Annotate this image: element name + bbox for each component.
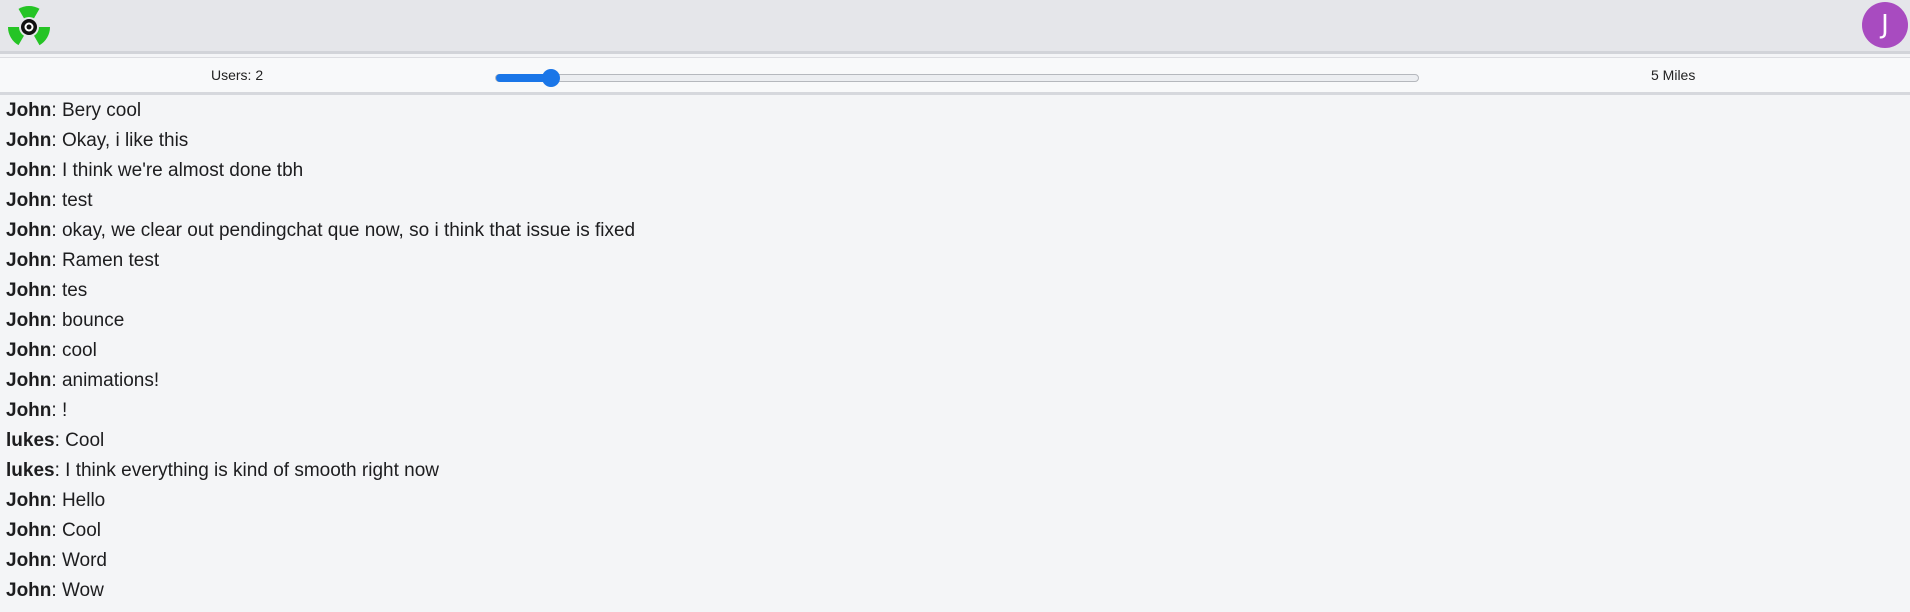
message-text: : okay, we clear out pendingchat que now… bbox=[51, 220, 636, 241]
message-author: John bbox=[6, 220, 52, 241]
message-author: lukes bbox=[6, 460, 55, 481]
message-author: John bbox=[6, 250, 52, 271]
chat-message: John: Hello bbox=[6, 488, 1896, 518]
message-text: : Okay, i like this bbox=[51, 130, 189, 151]
chat-message: John: ! bbox=[6, 398, 1896, 428]
message-text: : Ramen test bbox=[51, 250, 160, 271]
distance-value: 5 Miles bbox=[1651, 67, 1696, 83]
radiation-symbol-icon[interactable] bbox=[5, 3, 53, 51]
chat-message: John: Bery cool bbox=[6, 98, 1896, 128]
message-author: John bbox=[6, 160, 52, 181]
message-author: John bbox=[6, 100, 52, 121]
message-author: John bbox=[6, 340, 52, 361]
message-text: : cool bbox=[51, 340, 97, 361]
chat-message: John: tes bbox=[6, 278, 1896, 308]
chat-message: lukes: Cool bbox=[6, 428, 1896, 458]
message-text: : Cool bbox=[51, 520, 102, 541]
top-bar: J bbox=[0, 0, 1910, 54]
message-text: : Bery cool bbox=[51, 100, 142, 121]
message-author: John bbox=[6, 490, 52, 511]
message-author: John bbox=[6, 370, 52, 391]
message-author: lukes bbox=[6, 430, 55, 451]
message-text: : Hello bbox=[51, 490, 106, 511]
chat-message: John: bounce bbox=[6, 308, 1896, 338]
message-author: John bbox=[6, 520, 52, 541]
message-text: : animations! bbox=[51, 370, 160, 391]
chat-message: John: cool bbox=[6, 338, 1896, 368]
message-author: John bbox=[6, 400, 52, 421]
message-text: : test bbox=[51, 190, 93, 211]
distance-slider[interactable] bbox=[495, 69, 1419, 87]
message-author: John bbox=[6, 310, 52, 331]
chat-message: John: Okay, i like this bbox=[6, 128, 1896, 158]
message-text: : I think we're almost done tbh bbox=[51, 160, 304, 181]
chat-message: John: I think we're almost done tbh bbox=[6, 158, 1896, 188]
message-text: : Word bbox=[51, 550, 107, 571]
range-controls-bar: Users: 2 5 Miles bbox=[0, 57, 1910, 95]
message-text: : Cool bbox=[54, 430, 105, 451]
chat-message: John: okay, we clear out pendingchat que… bbox=[6, 218, 1896, 248]
message-text: : bounce bbox=[51, 310, 125, 331]
message-author: John bbox=[6, 190, 52, 211]
message-author: John bbox=[6, 550, 52, 571]
message-text: : ! bbox=[51, 400, 68, 421]
message-author: John bbox=[6, 130, 52, 151]
users-count: Users: 2 bbox=[211, 67, 264, 83]
chat-message: John: Cool bbox=[6, 518, 1896, 548]
chat-message: John: test bbox=[6, 188, 1896, 218]
chat-message: John: animations! bbox=[6, 368, 1896, 398]
chat-message: John: Wow bbox=[6, 578, 1896, 608]
chat-message: John: Ramen test bbox=[6, 248, 1896, 278]
user-avatar[interactable]: J bbox=[1862, 2, 1908, 48]
message-text: : Wow bbox=[51, 580, 104, 601]
chat-message: lukes: I think everything is kind of smo… bbox=[6, 458, 1896, 488]
message-text: : I think everything is kind of smooth r… bbox=[54, 460, 440, 481]
message-author: John bbox=[6, 280, 52, 301]
chat-message: John: Word bbox=[6, 548, 1896, 578]
distance-slider-thumb[interactable] bbox=[542, 69, 560, 87]
chat-message-list: John: Bery cool John: Okay, i like this Jo… bbox=[6, 98, 1896, 608]
message-text: : tes bbox=[51, 280, 88, 301]
message-author: John bbox=[6, 580, 52, 601]
